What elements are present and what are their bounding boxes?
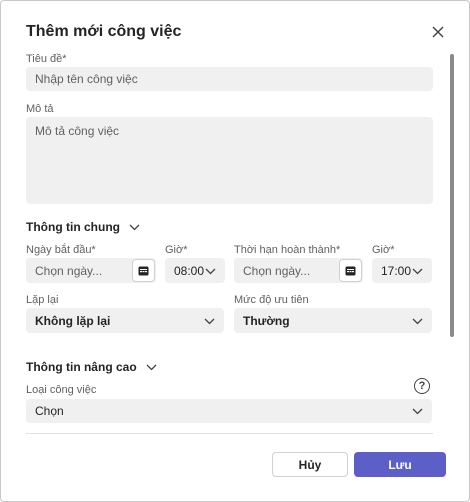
save-button[interactable]: Lưu — [354, 452, 446, 477]
priority-select[interactable]: Thường — [234, 308, 432, 333]
close-icon[interactable] — [429, 23, 447, 41]
task-type-value: Chọn — [35, 404, 64, 418]
due-date-label: Thời hạn hoàn thành* — [234, 244, 341, 256]
chevron-down-icon — [129, 220, 140, 234]
repeat-value: Không lặp lại — [35, 313, 111, 328]
repeat-select[interactable]: Không lặp lại — [26, 308, 224, 333]
calendar-icon[interactable] — [339, 259, 362, 282]
chevron-down-icon — [412, 314, 423, 328]
chevron-down-icon — [146, 360, 157, 374]
add-task-dialog: Thêm mới công việc Tiêu đề* Nhập tên côn… — [0, 0, 470, 502]
dialog-title: Thêm mới công việc — [26, 23, 182, 40]
due-time-label: Giờ* — [372, 244, 395, 256]
general-info-toggle[interactable]: Thông tin chung — [26, 220, 140, 234]
priority-label: Mức độ ưu tiên — [234, 294, 309, 306]
general-info-label: Thông tin chung — [26, 220, 120, 234]
start-time-value: 08:00 — [174, 263, 205, 278]
chevron-down-icon — [412, 404, 423, 418]
repeat-label: Lặp lại — [26, 294, 59, 306]
content-divider — [26, 433, 433, 434]
description-textarea[interactable]: Mô tả công việc — [26, 117, 433, 204]
due-time-value: 17:00 — [381, 263, 412, 278]
due-time-select[interactable]: 17:00 — [372, 258, 432, 283]
cancel-button[interactable]: Hủy — [272, 452, 348, 477]
start-time-select[interactable]: 08:00 — [165, 258, 225, 283]
calendar-icon[interactable] — [132, 259, 155, 282]
advanced-info-label: Thông tin nâng cao — [26, 360, 137, 374]
chevron-down-icon — [412, 264, 423, 278]
help-icon[interactable]: ? — [414, 378, 430, 394]
chevron-down-icon — [205, 264, 216, 278]
scrollbar[interactable] — [450, 54, 454, 337]
description-label: Mô tả — [26, 103, 54, 115]
title-label: Tiêu đề* — [26, 53, 67, 65]
task-type-select[interactable]: Chọn — [26, 399, 432, 423]
task-type-label: Loại công việc — [26, 384, 97, 396]
start-date-label: Ngày bắt đầu* — [26, 244, 96, 256]
chevron-down-icon — [204, 314, 215, 328]
title-input[interactable]: Nhập tên công việc — [26, 67, 433, 91]
priority-value: Thường — [243, 313, 290, 328]
advanced-info-toggle[interactable]: Thông tin nâng cao — [26, 360, 157, 374]
start-time-label: Giờ* — [165, 244, 188, 256]
